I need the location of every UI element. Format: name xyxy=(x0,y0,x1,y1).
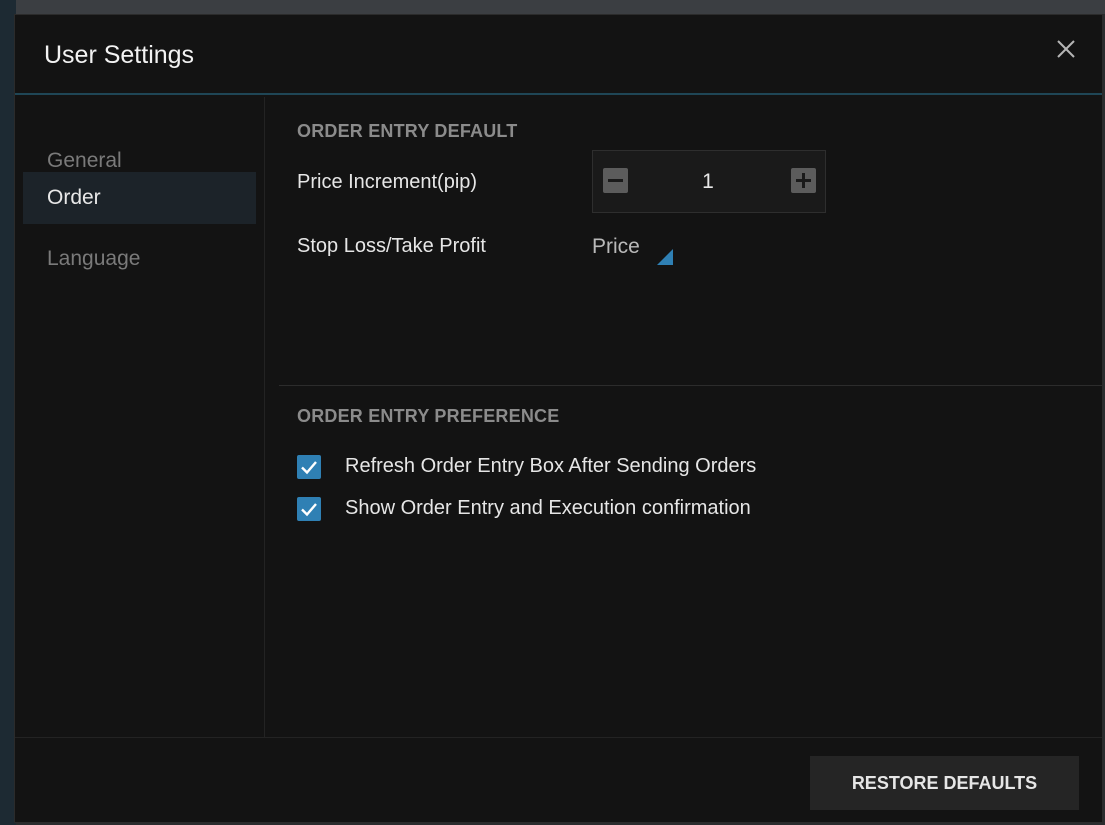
stop-loss-label: Stop Loss/Take Profit xyxy=(297,235,486,257)
checkmark-icon xyxy=(301,461,317,475)
sidebar-item-language[interactable]: Language xyxy=(23,233,256,285)
section-divider xyxy=(279,385,1102,386)
sidebar-item-label: General xyxy=(47,149,122,172)
restore-defaults-button[interactable]: RESTORE DEFAULTS xyxy=(810,756,1079,810)
settings-sidebar: General Order Language xyxy=(15,97,265,737)
refresh-order-entry-label: Refresh Order Entry Box After Sending Or… xyxy=(345,455,757,477)
checkmark-icon xyxy=(301,503,317,517)
price-increment-stepper xyxy=(592,150,826,213)
price-increment-label: Price Increment(pip) xyxy=(297,171,478,193)
dialog-title: User Settings xyxy=(44,41,195,69)
dialog-titlebar: User Settings xyxy=(15,15,1102,95)
refresh-order-entry-checkbox[interactable] xyxy=(297,455,321,479)
backdrop-app xyxy=(0,0,1105,14)
price-increment-input[interactable] xyxy=(673,167,743,197)
stop-loss-selected-value: Price xyxy=(592,235,640,258)
show-confirmation-label: Show Order Entry and Execution confirmat… xyxy=(345,497,751,519)
show-confirmation-checkbox[interactable] xyxy=(297,497,321,521)
sidebar-item-label: Order xyxy=(47,186,101,209)
dropdown-caret-icon xyxy=(657,249,673,265)
section-title-order-entry-default: ORDER ENTRY DEFAULT xyxy=(297,121,518,141)
stop-loss-select[interactable]: Price xyxy=(592,233,712,269)
increment-button[interactable] xyxy=(791,168,816,193)
close-button[interactable] xyxy=(1052,35,1080,63)
decrement-button[interactable] xyxy=(603,168,628,193)
sidebar-item-order[interactable]: Order xyxy=(23,172,256,224)
section-title-order-entry-preference: ORDER ENTRY PREFERENCE xyxy=(297,406,560,426)
footer-divider xyxy=(15,737,1102,738)
close-icon xyxy=(1057,40,1075,58)
sidebar-item-label: Language xyxy=(47,247,141,270)
minus-icon xyxy=(608,179,623,182)
user-settings-dialog: User Settings General Order Language ORD… xyxy=(14,14,1103,823)
